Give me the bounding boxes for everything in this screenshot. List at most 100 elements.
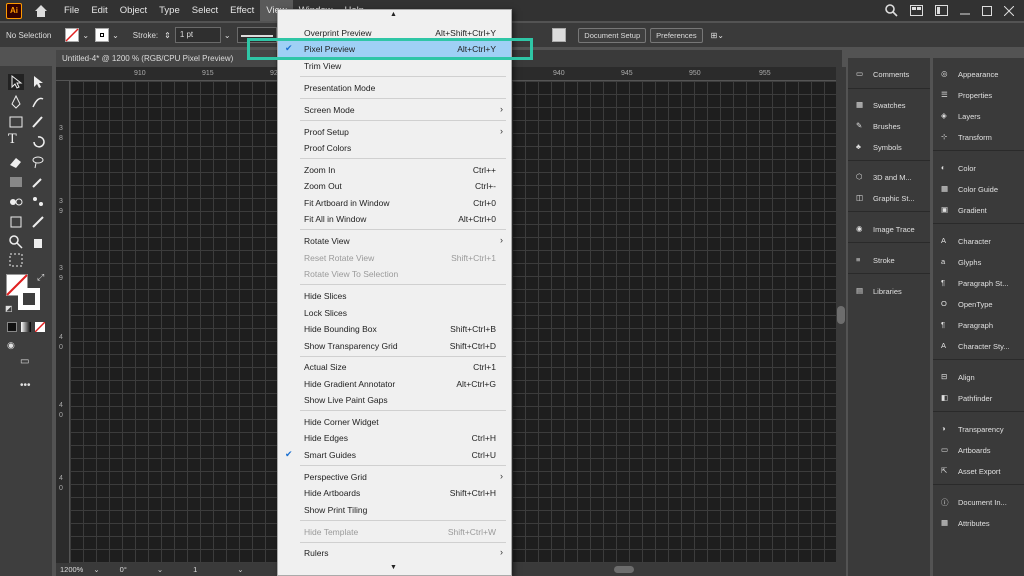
direct-selection-tool-icon[interactable] — [30, 74, 46, 90]
symbol-sprayer-tool-icon[interactable] — [30, 194, 46, 210]
chevron-down-icon[interactable]: ⌄ — [224, 31, 231, 40]
chevron-down-icon[interactable]: ⌄ — [112, 31, 119, 40]
color-mode-icon[interactable] — [7, 322, 17, 332]
menu-hide-corner-widget[interactable]: Hide Corner Widget — [278, 414, 511, 430]
gradient-tool-icon[interactable] — [8, 174, 24, 190]
workspace-icon[interactable] — [935, 5, 948, 16]
panel-attributes[interactable]: ▦ Attributes — [941, 515, 990, 531]
panel-transparency[interactable]: ◑ Transparency — [941, 421, 1004, 437]
panel-layers[interactable]: ◈ Layers — [941, 108, 981, 124]
zoom-level[interactable]: 1200% — [60, 565, 83, 574]
gradient-mode-icon[interactable] — [21, 322, 31, 332]
panel-brushes[interactable]: ✎ Brushes — [856, 118, 901, 134]
swap-colors-icon[interactable]: ⤢ — [37, 272, 44, 283]
puppet-warp-tool-icon[interactable] — [8, 252, 24, 268]
scrollbar-thumb[interactable] — [837, 306, 845, 324]
menu-type[interactable]: Type — [153, 0, 186, 21]
menu-hide-bounding-box[interactable]: Hide Bounding Box Shift+Ctrl+B — [278, 321, 511, 337]
menu-fit-all[interactable]: Fit All in Window Alt+Ctrl+0 — [278, 211, 511, 227]
paintbrush-tool-icon[interactable] — [30, 114, 46, 130]
menu-zoom-in[interactable]: Zoom In Ctrl++ — [278, 162, 511, 178]
maximize-icon[interactable] — [982, 5, 992, 16]
zoom-tool-icon[interactable] — [8, 234, 24, 250]
panel-image-trace[interactable]: ◉ Image Trace — [856, 221, 915, 237]
close-icon[interactable] — [1004, 5, 1014, 16]
rectangle-tool-icon[interactable] — [8, 114, 24, 130]
panel-gradient[interactable]: ▣ Gradient — [941, 202, 987, 218]
menu-presentation-mode[interactable]: Presentation Mode — [278, 80, 511, 96]
panel-color[interactable]: ◐ Color — [941, 160, 976, 176]
menu-zoom-out[interactable]: Zoom Out Ctrl+- — [278, 178, 511, 194]
panel-libraries[interactable]: ▤ Libraries — [856, 283, 902, 299]
panel-graphic-styles[interactable]: ◫ Graphic St... — [856, 190, 915, 206]
panel-paragraph-styles[interactable]: ¶ Paragraph St... — [941, 275, 1008, 291]
default-colors-icon[interactable]: ◩ — [5, 304, 13, 313]
artboard-tool-icon[interactable] — [8, 214, 24, 230]
menu-trim-view[interactable]: Trim View — [278, 58, 511, 74]
scroll-down-icon[interactable]: ▼ — [390, 564, 397, 571]
document-setup-button[interactable]: Document Setup — [578, 27, 647, 43]
stroke-stepper-icon[interactable]: ⇕ — [164, 31, 171, 40]
chevron-down-icon[interactable]: ⌄ — [237, 565, 243, 574]
menu-file[interactable]: File — [58, 0, 85, 21]
curvature-tool-icon[interactable] — [30, 94, 46, 110]
arrange-documents-icon[interactable] — [910, 5, 923, 16]
panel-3d-materials[interactable]: ⬡ 3D and M... — [856, 169, 912, 185]
opacity-swatch[interactable] — [552, 28, 567, 42]
panel-swatches[interactable]: ▦ Swatches — [856, 97, 906, 113]
panel-transform[interactable]: ⊹ Transform — [941, 129, 992, 145]
minimize-icon[interactable] — [960, 6, 970, 16]
lasso-tool-icon[interactable] — [30, 154, 46, 170]
menu-object[interactable]: Object — [114, 0, 153, 21]
panel-appearance[interactable]: ◎ Appearance — [941, 66, 998, 82]
rotate-angle[interactable]: 0° — [120, 565, 127, 574]
search-icon[interactable] — [885, 4, 898, 17]
panel-document-info[interactable]: ⓘ Document In... — [941, 494, 1007, 510]
panel-opentype[interactable]: O OpenType — [941, 296, 993, 312]
panel-align[interactable]: ⊟ Align — [941, 369, 975, 385]
panel-glyphs[interactable]: a Glyphs — [941, 254, 981, 270]
panel-artboards[interactable]: ▭ Artboards — [941, 442, 991, 458]
preferences-button[interactable]: Preferences — [650, 27, 703, 43]
none-mode-icon[interactable] — [35, 322, 45, 332]
menu-hide-gradient-annotator[interactable]: Hide Gradient Annotator Alt+Ctrl+G — [278, 376, 511, 392]
menu-smart-guides[interactable]: ✔ Smart Guides Ctrl+U — [278, 447, 511, 463]
panel-character-styles[interactable]: A Character Sty... — [941, 338, 1010, 354]
draw-mode-icon[interactable]: ◉ — [7, 340, 15, 351]
menu-lock-slices[interactable]: Lock Slices — [278, 305, 511, 321]
horizontal-scrollbar-thumb[interactable] — [613, 566, 634, 573]
menu-show-transparency-grid[interactable]: Show Transparency Grid Shift+Ctrl+D — [278, 338, 511, 354]
home-icon[interactable] — [34, 4, 48, 18]
arrange-icon[interactable]: ⊞⌄ — [711, 31, 724, 40]
hand-tool-icon[interactable] — [30, 234, 46, 250]
menu-show-live-paint-gaps[interactable]: Show Live Paint Gaps — [278, 392, 511, 408]
menu-select[interactable]: Select — [186, 0, 224, 21]
menu-edit[interactable]: Edit — [85, 0, 113, 21]
panel-properties[interactable]: ☰ Properties — [941, 87, 992, 103]
panel-paragraph[interactable]: ¶ Paragraph — [941, 317, 993, 333]
chevron-down-icon[interactable]: ⌄ — [82, 31, 89, 40]
eyedropper-tool-icon[interactable] — [30, 174, 46, 190]
document-tab[interactable]: Untitled-4* @ 1200 % (RGB/CPU Pixel Prev… — [56, 50, 276, 67]
menu-perspective-grid[interactable]: Perspective Grid › — [278, 469, 511, 485]
menu-screen-mode[interactable]: Screen Mode › — [278, 102, 511, 118]
menu-hide-edges[interactable]: Hide Edges Ctrl+H — [278, 430, 511, 446]
slice-tool-icon[interactable] — [30, 214, 46, 230]
type-tool-icon[interactable]: T — [8, 132, 24, 148]
menu-rotate-view[interactable]: Rotate View › — [278, 233, 511, 249]
panel-asset-export[interactable]: ⇱ Asset Export — [941, 463, 1001, 479]
fill-swatch[interactable] — [65, 28, 80, 42]
eraser-tool-icon[interactable] — [8, 154, 24, 170]
selection-tool-icon[interactable] — [8, 74, 24, 90]
scroll-up-icon[interactable]: ▲ — [390, 11, 397, 18]
rotate-tool-icon[interactable] — [30, 134, 46, 150]
screen-mode-icon[interactable]: ▭ — [20, 356, 29, 367]
artboard-navigator[interactable]: 1 — [193, 565, 197, 574]
menu-actual-size[interactable]: Actual Size Ctrl+1 — [278, 359, 511, 375]
menu-hide-slices[interactable]: Hide Slices — [278, 288, 511, 304]
pen-tool-icon[interactable] — [8, 94, 24, 110]
panel-comments[interactable]: ▭ Comments — [856, 66, 909, 82]
menu-rulers[interactable]: Rulers › — [278, 545, 511, 561]
menu-effect[interactable]: Effect — [224, 0, 260, 21]
menu-proof-colors[interactable]: Proof Colors — [278, 140, 511, 156]
